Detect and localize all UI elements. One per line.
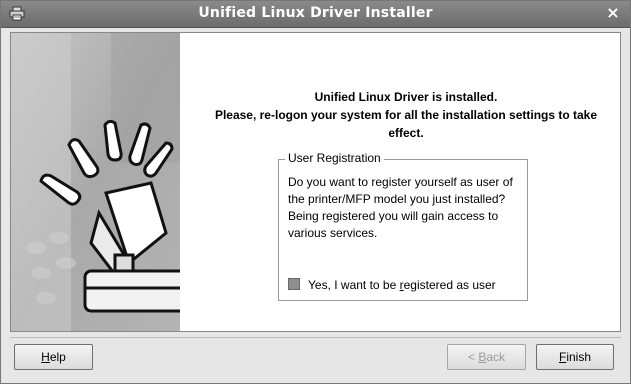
registration-text-line: Do you want to register yourself as user… (288, 175, 513, 189)
registration-text-line: the printer/MFP model you just installed… (288, 192, 506, 206)
button-separator (10, 337, 621, 338)
printer-illustration (11, 33, 180, 331)
help-mnemonic: H (41, 350, 50, 364)
title-bar[interactable]: Unified Linux Driver Installer × (1, 1, 630, 28)
finish-label: inish (566, 350, 592, 364)
registration-text-line: Being registered you will gain access to (288, 209, 499, 223)
register-checkbox-row[interactable]: Yes, I want to be registered as user (288, 278, 496, 292)
install-complete-message: Unified Linux Driver is installed. Pleas… (191, 88, 621, 142)
back-label: ack (486, 350, 506, 364)
close-icon[interactable]: × (604, 4, 622, 22)
registration-description: Do you want to register yourself as user… (288, 174, 523, 242)
message-line-1: Unified Linux Driver is installed. (314, 90, 498, 104)
finish-button[interactable]: Finish (536, 344, 614, 370)
window-title: Unified Linux Driver Installer (198, 5, 433, 21)
installer-window: Unified Linux Driver Installer × Unified… (0, 0, 631, 384)
back-button[interactable]: < Back (447, 344, 526, 370)
user-registration-group: User Registration Do you want to registe… (278, 151, 528, 301)
content-panel: Unified Linux Driver is installed. Pleas… (10, 32, 621, 332)
user-registration-legend: User Registration (285, 151, 384, 165)
register-checkbox-label-b: egistered as user (403, 278, 496, 292)
message-line-3: effect. (388, 126, 424, 140)
back-prefix: < (467, 350, 479, 364)
printer-illustration-icon (11, 33, 180, 331)
register-checkbox-label-a: Yes, I want to be (308, 278, 400, 292)
help-button[interactable]: Help (14, 344, 93, 370)
register-checkbox[interactable] (288, 278, 300, 290)
help-label: elp (49, 350, 66, 364)
registration-text-line: various services. (288, 226, 378, 240)
message-line-2: Please, re-logon your system for all the… (214, 108, 598, 122)
